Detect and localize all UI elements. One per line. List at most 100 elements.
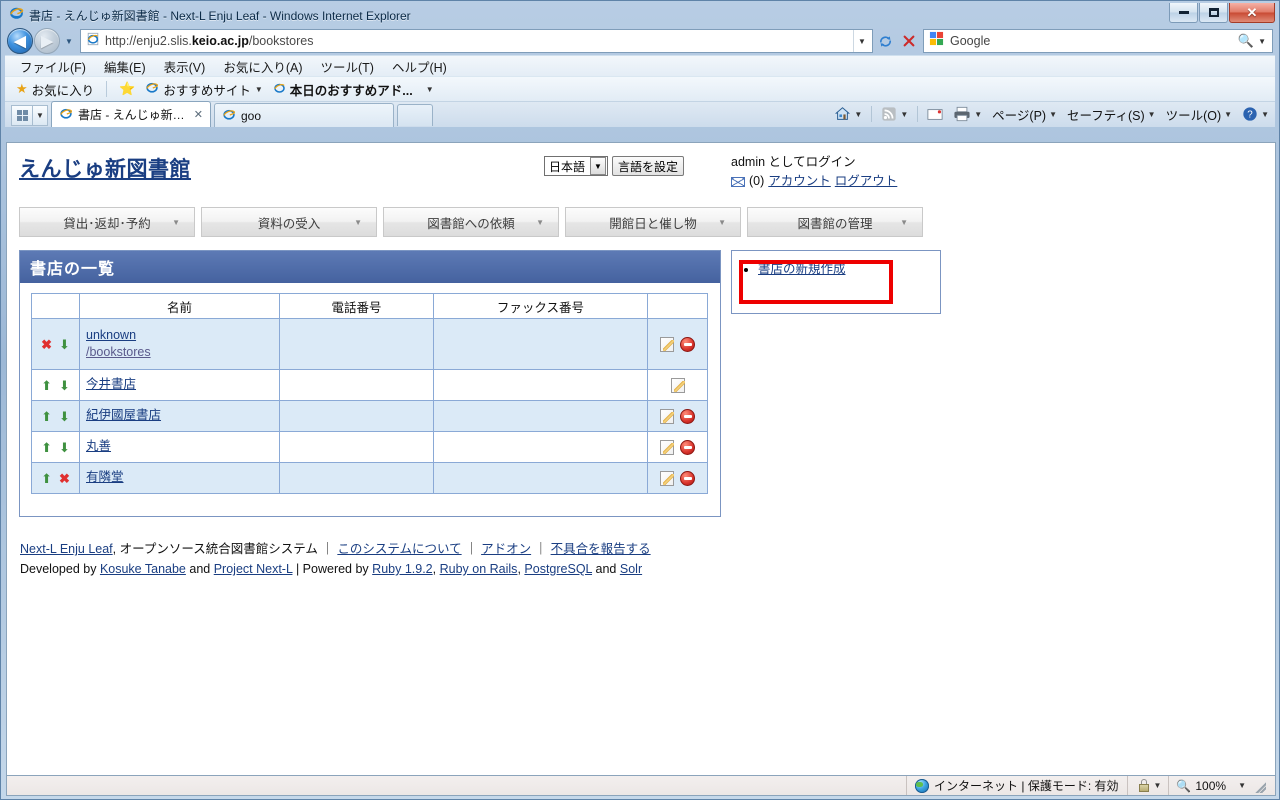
- move-down-icon[interactable]: ⬇: [59, 338, 70, 351]
- nav-button-library-requests[interactable]: 図書館への依頼 ▼: [383, 207, 559, 237]
- menu-item-help[interactable]: ヘルプ(H): [383, 57, 456, 76]
- history-dropdown-button[interactable]: ▼: [61, 28, 77, 54]
- menu-item-file[interactable]: ファイル(F): [11, 57, 95, 76]
- bookstore-link[interactable]: 紀伊國屋書店: [86, 408, 161, 422]
- col-actions: [647, 293, 708, 319]
- favorites-button[interactable]: ★ お気に入り: [13, 80, 97, 99]
- row-name-cell: 今井書店: [79, 369, 280, 401]
- row-move-cell: ⬆ ⬇: [31, 400, 80, 432]
- bookstore-list-panel: 書店の一覧 名前 電話番号 ファックス番号 ✖ ⬇ unknown /books…: [19, 250, 721, 517]
- close-button[interactable]: ✕: [1229, 3, 1275, 23]
- security-zone-indicator[interactable]: インターネット | 保護モード: 有効: [907, 776, 1128, 795]
- bookstore-url-link[interactable]: /bookstores: [86, 345, 151, 359]
- product-link[interactable]: Next-L Enju Leaf: [20, 542, 113, 556]
- footer-sep: ｜: [321, 542, 334, 556]
- mail-icon: [927, 108, 943, 120]
- project-link[interactable]: Project Next-L: [214, 562, 293, 576]
- menu-item-view[interactable]: 表示(V): [155, 57, 215, 76]
- postgresql-link[interactable]: PostgreSQL: [524, 562, 592, 576]
- tab-close-icon[interactable]: ✕: [194, 108, 203, 121]
- read-mail-button[interactable]: [923, 108, 947, 121]
- move-down-icon[interactable]: ⬇: [59, 379, 70, 392]
- move-down-icon[interactable]: ⬇: [59, 441, 70, 454]
- stop-button[interactable]: [897, 29, 921, 53]
- mail-icon: [731, 176, 745, 187]
- zoom-control[interactable]: 🔍 100% ▼: [1169, 776, 1275, 795]
- col-fax: ファックス番号: [433, 293, 648, 319]
- address-input[interactable]: http://enju2.slis.keio.ac.jp/bookstores …: [80, 29, 873, 53]
- bookstore-link[interactable]: 今井書店: [86, 377, 136, 391]
- edit-icon[interactable]: [660, 470, 674, 486]
- favorites-overflow-icon[interactable]: ▼: [426, 85, 434, 94]
- author-link[interactable]: Kosuke Tanabe: [100, 562, 186, 576]
- tools-menu-button[interactable]: ツール(O) ▼: [1162, 105, 1236, 124]
- set-language-button[interactable]: 言語を設定: [612, 156, 685, 176]
- delete-icon[interactable]: [680, 408, 695, 424]
- nav-button-acquisition[interactable]: 資料の受入 ▼: [201, 207, 377, 237]
- footer-line-2: Developed by Kosuke Tanabe and Project N…: [20, 559, 1263, 579]
- move-up-icon[interactable]: ⬆: [41, 472, 52, 485]
- quick-tabs-button[interactable]: [11, 105, 33, 126]
- delete-icon[interactable]: [680, 336, 695, 352]
- nav-button-open-days-events[interactable]: 開館日と催し物 ▼: [565, 207, 741, 237]
- new-bookstore-link[interactable]: 書店の新規作成: [758, 262, 846, 276]
- developed-by-label: Developed by: [20, 562, 97, 576]
- help-menu-button[interactable]: ? ▼: [1238, 106, 1273, 122]
- edit-icon[interactable]: [670, 377, 685, 393]
- rails-link[interactable]: Ruby on Rails: [440, 562, 518, 576]
- add-to-favorites-bar-button[interactable]: ⭐: [116, 81, 138, 97]
- new-tab-button[interactable]: [397, 104, 433, 126]
- move-up-icon[interactable]: ⬆: [41, 441, 52, 454]
- solr-link[interactable]: Solr: [620, 562, 642, 576]
- account-link[interactable]: アカウント: [768, 172, 831, 191]
- move-up-icon[interactable]: ⬆: [41, 379, 52, 392]
- edit-icon[interactable]: [660, 336, 674, 352]
- login-status: admin としてログイン: [731, 155, 856, 169]
- window-title: 書店 - えんじゅ新図書館 - Next-L Enju Leaf - Windo…: [29, 8, 411, 23]
- nav-button-circulation[interactable]: 貸出･返却･予約 ▼: [19, 207, 195, 237]
- privacy-report-button[interactable]: ▼: [1128, 776, 1170, 795]
- delete-icon[interactable]: [680, 439, 695, 455]
- print-button[interactable]: ▼: [949, 106, 986, 122]
- window-resize-grip[interactable]: [1252, 778, 1266, 793]
- suggested-sites-button[interactable]: おすすめサイト ▼: [142, 80, 265, 99]
- ruby-link[interactable]: Ruby 1.9.2: [372, 562, 432, 576]
- addon-link[interactable]: アドオン: [481, 542, 531, 556]
- forward-button[interactable]: ▶: [34, 28, 60, 54]
- menu-item-edit[interactable]: 編集(E): [95, 57, 155, 76]
- move-up-icon[interactable]: ⬆: [41, 410, 52, 423]
- feeds-button[interactable]: ▼: [877, 106, 912, 122]
- today-addon-button[interactable]: 本日のおすすめアド...: [270, 80, 416, 99]
- maximize-button[interactable]: [1199, 3, 1228, 23]
- move-arrows: ⬆ ⬇: [32, 410, 79, 423]
- safety-menu-button[interactable]: セーフティ(S) ▼: [1063, 105, 1160, 124]
- search-icon[interactable]: 🔍: [1234, 33, 1258, 49]
- back-button[interactable]: ◀: [7, 28, 33, 54]
- logout-link[interactable]: ログアウト: [835, 172, 898, 191]
- search-dropdown-icon[interactable]: ▼: [1258, 37, 1270, 46]
- tab-bookstores[interactable]: 書店 - えんじゅ新図書... ✕: [51, 101, 211, 127]
- bookstore-link[interactable]: unknown: [86, 328, 136, 342]
- edit-icon[interactable]: [660, 439, 674, 455]
- search-input[interactable]: Google 🔍 ▼: [923, 29, 1273, 53]
- home-button[interactable]: ▼: [830, 106, 866, 122]
- tab-goo[interactable]: goo: [214, 103, 394, 127]
- menu-item-tools[interactable]: ツール(T): [311, 57, 382, 76]
- tab-list-dropdown-button[interactable]: ▼: [33, 105, 48, 126]
- bookstore-link[interactable]: 有隣堂: [86, 470, 124, 484]
- minimize-button[interactable]: [1169, 3, 1198, 23]
- page-menu-button[interactable]: ページ(P) ▼: [988, 105, 1061, 124]
- language-select[interactable]: 日本語 ▼: [544, 156, 609, 176]
- bookstore-link[interactable]: 丸善: [86, 439, 111, 453]
- address-dropdown-icon[interactable]: ▼: [853, 30, 870, 52]
- menu-item-favorites[interactable]: お気に入り(A): [214, 57, 311, 76]
- footer-sep: ｜: [534, 542, 548, 556]
- refresh-button[interactable]: [873, 29, 897, 53]
- about-link[interactable]: このシステムについて: [337, 542, 461, 556]
- report-bug-link[interactable]: 不具合を報告する: [551, 542, 651, 556]
- delete-icon[interactable]: [680, 470, 695, 486]
- move-down-icon[interactable]: ⬇: [59, 410, 70, 423]
- row-actions-cell: [647, 400, 708, 432]
- nav-button-library-admin[interactable]: 図書館の管理 ▼: [747, 207, 923, 237]
- edit-icon[interactable]: [660, 408, 674, 424]
